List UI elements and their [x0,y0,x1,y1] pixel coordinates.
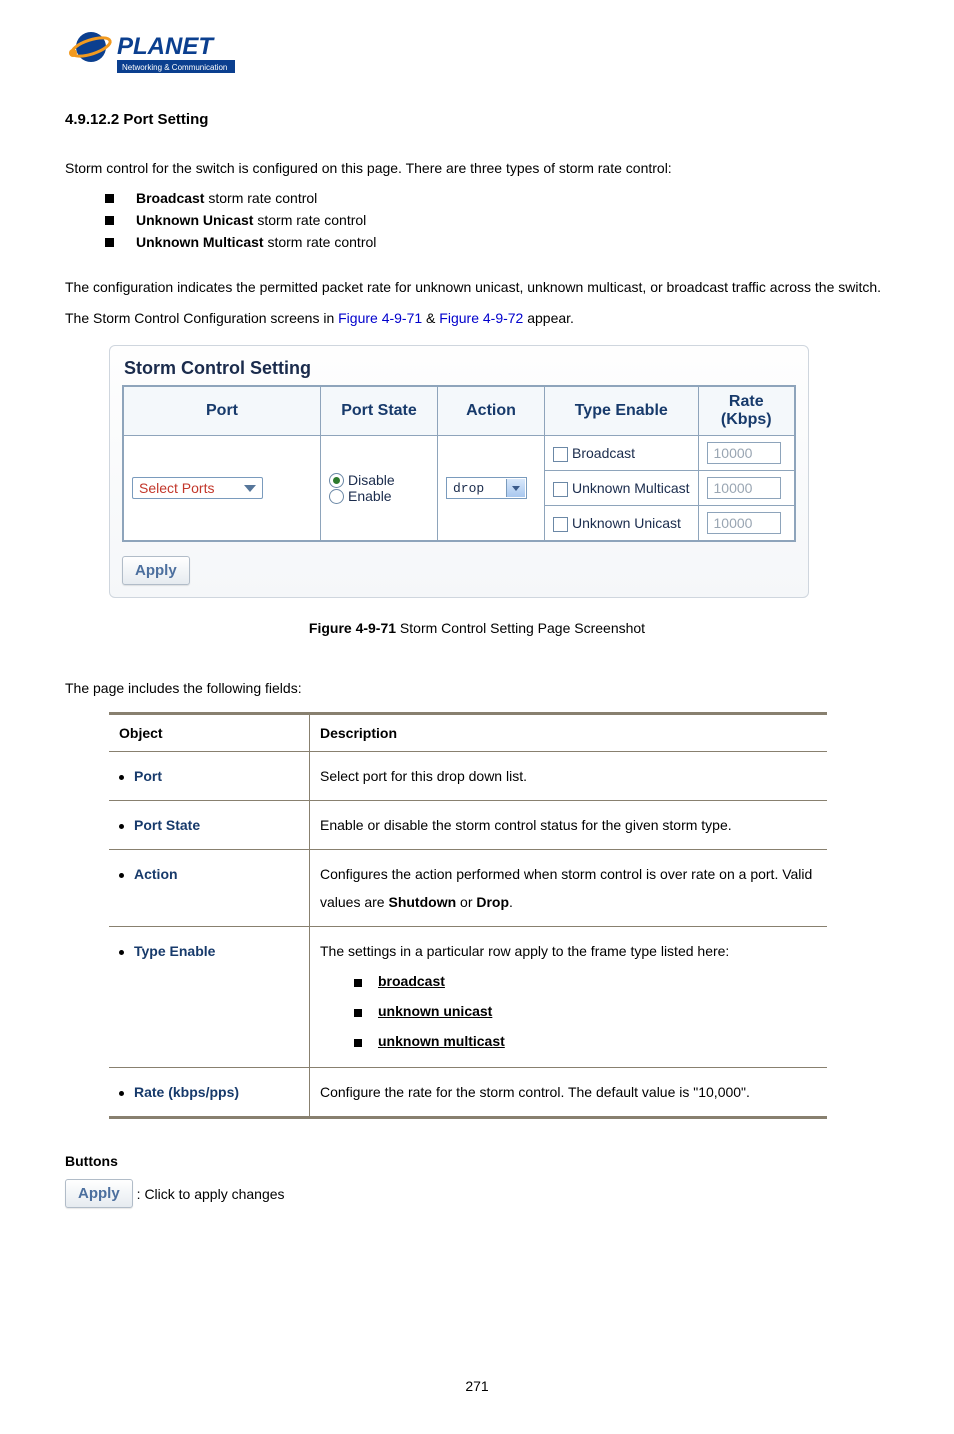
fields-description-table: Object Description Port Select port for … [109,712,827,1119]
list-item: Unknown Multicast storm rate control [105,234,889,250]
col-header-object: Object [109,714,310,752]
buttons-heading: Buttons [65,1153,889,1169]
checkbox-unknown-unicast[interactable] [553,517,568,532]
table-row: Port State Enable or disable the storm c… [109,801,827,850]
table-row: Rate (kbps/pps) Configure the rate for t… [109,1068,827,1118]
panel-title: Storm Control Setting [124,358,796,379]
config-text: The configuration indicates the permitte… [65,272,889,334]
col-header-state: Port State [321,386,438,436]
svg-text:Networking & Communication: Networking & Communication [122,63,227,72]
table-row: Port Select port for this drop down list… [109,752,827,801]
list-item: Unknown Unicast storm rate control [105,212,889,228]
chevron-down-icon [244,485,256,492]
svg-text:PLANET: PLANET [117,33,215,60]
col-header-action: Action [438,386,545,436]
chevron-down-icon [506,479,525,497]
type-label: Unknown Multicast [572,480,690,496]
type-label: Unknown Unicast [572,515,681,531]
storm-control-panel: Storm Control Setting Port Port State Ac… [109,345,809,598]
port-select-dropdown[interactable]: Select Ports [132,477,263,499]
col-header-type: Type Enable [545,386,699,436]
fields-intro: The page includes the following fields: [65,680,889,696]
action-dropdown[interactable]: drop [446,477,527,499]
settings-table: Port Port State Action Type Enable Rate … [122,385,796,542]
page-number: 271 [65,1378,889,1394]
apply-button-example[interactable]: Apply [65,1179,133,1208]
storm-type-list: Broadcast storm rate control Unknown Uni… [105,190,889,250]
figure-caption: Figure 4-9-71 Storm Control Setting Page… [65,620,889,636]
section-heading: 4.9.12.2 Port Setting [65,111,889,128]
list-item: Broadcast storm rate control [105,190,889,206]
figure-link-1[interactable]: Figure 4-9-71 [338,310,422,326]
rate-input-uu[interactable]: 10000 [707,512,781,534]
brand-logo: PLANET Networking & Communication [65,20,889,81]
col-header-port: Port [123,386,321,436]
rate-input-broadcast[interactable]: 10000 [707,442,781,464]
radio-icon [329,473,344,488]
col-header-description: Description [310,714,828,752]
apply-help-text: : Click to apply changes [137,1186,285,1202]
radio-disable[interactable]: Disable [329,472,429,488]
rate-input-um[interactable]: 10000 [707,477,781,499]
table-row: Type Enable The settings in a particular… [109,927,827,1068]
radio-enable[interactable]: Enable [329,488,429,504]
intro-lead: Storm control for the switch is configur… [65,153,889,184]
radio-icon [329,489,344,504]
col-header-rate: Rate (Kbps) [698,386,795,436]
table-row: Action Configures the action performed w… [109,850,827,927]
figure-link-2[interactable]: Figure 4-9-72 [439,310,523,326]
type-label: Broadcast [572,445,635,461]
checkbox-unknown-multicast[interactable] [553,482,568,497]
apply-button[interactable]: Apply [122,556,190,585]
checkbox-broadcast[interactable] [553,447,568,462]
